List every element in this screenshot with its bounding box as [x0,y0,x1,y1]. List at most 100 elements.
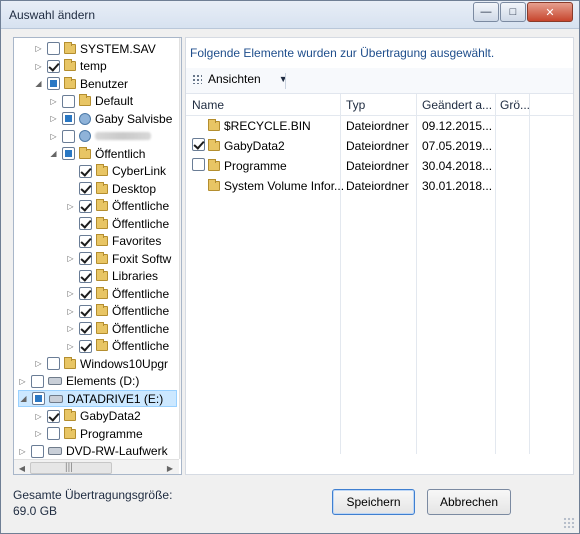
column-type[interactable]: Typ [346,98,365,112]
tree-item[interactable]: CyberLink [66,163,177,180]
tree-item-checkbox[interactable] [47,59,60,73]
tree-item[interactable]: ▷ SYSTEM.SAV [34,40,177,57]
tree-item[interactable]: ▷ Öffentliche [66,198,177,215]
expand-toggle-icon[interactable]: ▷ [34,429,43,438]
tree-item-checkbox[interactable] [47,42,60,55]
tree-item-checkbox[interactable] [62,147,75,160]
tree-item[interactable]: ▷ Default [49,93,177,110]
expand-toggle-icon[interactable]: ▷ [66,289,75,298]
column-name[interactable]: Name [192,98,224,112]
expand-toggle-icon[interactable]: ▷ [66,202,75,211]
folder-icon [64,59,76,71]
tree-item-checkbox[interactable] [79,322,92,335]
tree-item[interactable]: Favorites [66,233,177,250]
tree-item[interactable]: ◢ Benutzer [34,75,177,92]
minimize-button[interactable]: — [473,2,499,22]
tree-item[interactable]: ▷ [49,128,177,145]
tree-item-checkbox[interactable] [79,339,92,353]
expand-toggle-icon[interactable]: ▷ [34,62,43,71]
tree-item-checkbox[interactable] [47,427,60,440]
expand-toggle-icon[interactable]: ▷ [66,342,75,351]
tree-item[interactable]: Libraries [66,268,177,285]
expand-toggle-icon[interactable]: ▷ [49,114,58,123]
tree-item-checkbox[interactable] [47,357,60,370]
tree-item-checkbox[interactable] [79,287,92,300]
tree-item-checkbox[interactable] [31,374,44,388]
expand-toggle-icon[interactable]: ▷ [66,254,75,263]
list-item[interactable]: System Volume Infor... Dateiordner 30.01.2… [186,176,573,196]
folder-tree[interactable]: ▷ SYSTEM.SAV ▷ temp ◢ Benutzer ▷ Default ▷ Gaby S… [13,37,182,475]
tree-item[interactable]: ▷ Öffentliche [66,285,177,302]
expand-toggle-icon[interactable]: ◢ [34,79,43,88]
tree-item-checkbox[interactable] [31,444,44,458]
expand-toggle-icon[interactable]: ▷ [66,324,75,333]
tree-item-label: Öffentliche [112,199,170,213]
scroll-left-button[interactable]: ◀ [16,462,28,474]
tree-item[interactable]: ▷ GabyData2 [34,408,177,425]
drive-icon [48,377,62,385]
list-item-checkbox[interactable] [192,138,205,151]
tree-item[interactable]: Öffentliche [66,215,177,232]
tree-item[interactable]: ◢ DATADRIVE1 (E:) [18,390,177,407]
tree-item-checkbox[interactable] [32,392,45,405]
tree-item[interactable]: ▷ temp [34,58,177,75]
expand-toggle-icon[interactable]: ◢ [19,394,28,403]
tree-item-label: Öffentlich [95,146,146,161]
tree-item-checkbox[interactable] [62,94,75,108]
expand-toggle-icon[interactable]: ◢ [49,149,58,158]
expand-toggle-icon[interactable]: ▷ [34,359,43,368]
tree-item[interactable]: ▷ DVD-RW-Laufwerk [18,443,177,460]
tree-horizontal-scroll-thumb[interactable]: ||| [30,462,112,474]
save-button[interactable]: Speichern [332,489,415,515]
close-button[interactable]: ✕ [527,2,573,22]
list-item[interactable]: Programme Dateiordner 30.04.2018... [186,156,573,176]
folder-icon [208,139,220,151]
tree-item[interactable]: ▷ Windows10Upgr [34,355,177,372]
folder-icon [96,234,108,246]
tree-vertical-scrollbar[interactable]: ▲ ≡ ▼ [179,38,181,459]
maximize-button[interactable]: □ [500,2,526,22]
tree-item-checkbox[interactable] [79,182,92,195]
tree-item[interactable]: ▷ Öffentliche [66,303,177,320]
tree-item-checkbox[interactable] [79,234,92,248]
tree-item[interactable]: ▷ Foxit Softw [66,250,177,267]
scroll-right-button[interactable]: ▶ [164,462,176,474]
titlebar: Auswahl ändern — □ ✕ [1,1,579,29]
tree-item-checkbox[interactable] [79,304,92,318]
tree-item-checkbox[interactable] [62,112,75,125]
list-item[interactable]: $RECYCLE.BIN Dateiordner 09.12.2015... [186,116,573,136]
tree-item[interactable]: Desktop [66,180,177,197]
tree-item[interactable]: ▷ Gaby Salvisbe [49,110,177,127]
list-item[interactable]: GabyData2 Dateiordner 07.05.2019... [186,136,573,156]
expand-toggle-icon[interactable]: ▷ [49,132,58,141]
expand-toggle-icon[interactable]: ▷ [49,97,58,106]
expand-toggle-icon[interactable]: ▷ [34,44,43,53]
expand-toggle-icon[interactable]: ▷ [18,377,27,386]
tree-item-checkbox[interactable] [79,252,92,265]
close-icon: ✕ [545,6,555,19]
cancel-button[interactable]: Abbrechen [427,489,511,515]
tree-item-checkbox[interactable] [62,129,75,143]
tree-item-checkbox[interactable] [79,164,92,178]
expand-toggle-icon[interactable]: ▷ [18,447,27,456]
tree-item[interactable]: ▷ Öffentliche [66,338,177,355]
resize-grip[interactable] [563,517,575,529]
views-button[interactable]: Ansichten ▼ [192,72,288,86]
list-item-checkbox[interactable] [192,158,205,171]
tree-item[interactable]: ◢ Öffentlich [49,145,177,162]
tree-horizontal-scrollbar[interactable]: ◀ ||| ▶ [14,459,179,474]
tree-item-checkbox[interactable] [79,199,92,213]
tree-item-label: Favorites [112,234,162,248]
tree-item[interactable]: ▷ Öffentliche [66,320,177,337]
column-modified[interactable]: Geändert a... [422,98,492,112]
tree-item-checkbox[interactable] [47,409,60,423]
tree-item[interactable]: ▷ Elements (D:) [18,373,177,390]
tree-item-checkbox[interactable] [47,77,60,90]
expand-toggle-icon[interactable]: ▷ [66,307,75,316]
expand-toggle-icon[interactable]: ▷ [34,412,43,421]
tree-item-label [95,129,151,143]
tree-item-checkbox[interactable] [79,269,92,283]
tree-item-checkbox[interactable] [79,217,92,230]
column-size[interactable]: Grö... [500,98,530,112]
tree-item[interactable]: ▷ Programme [34,425,177,442]
